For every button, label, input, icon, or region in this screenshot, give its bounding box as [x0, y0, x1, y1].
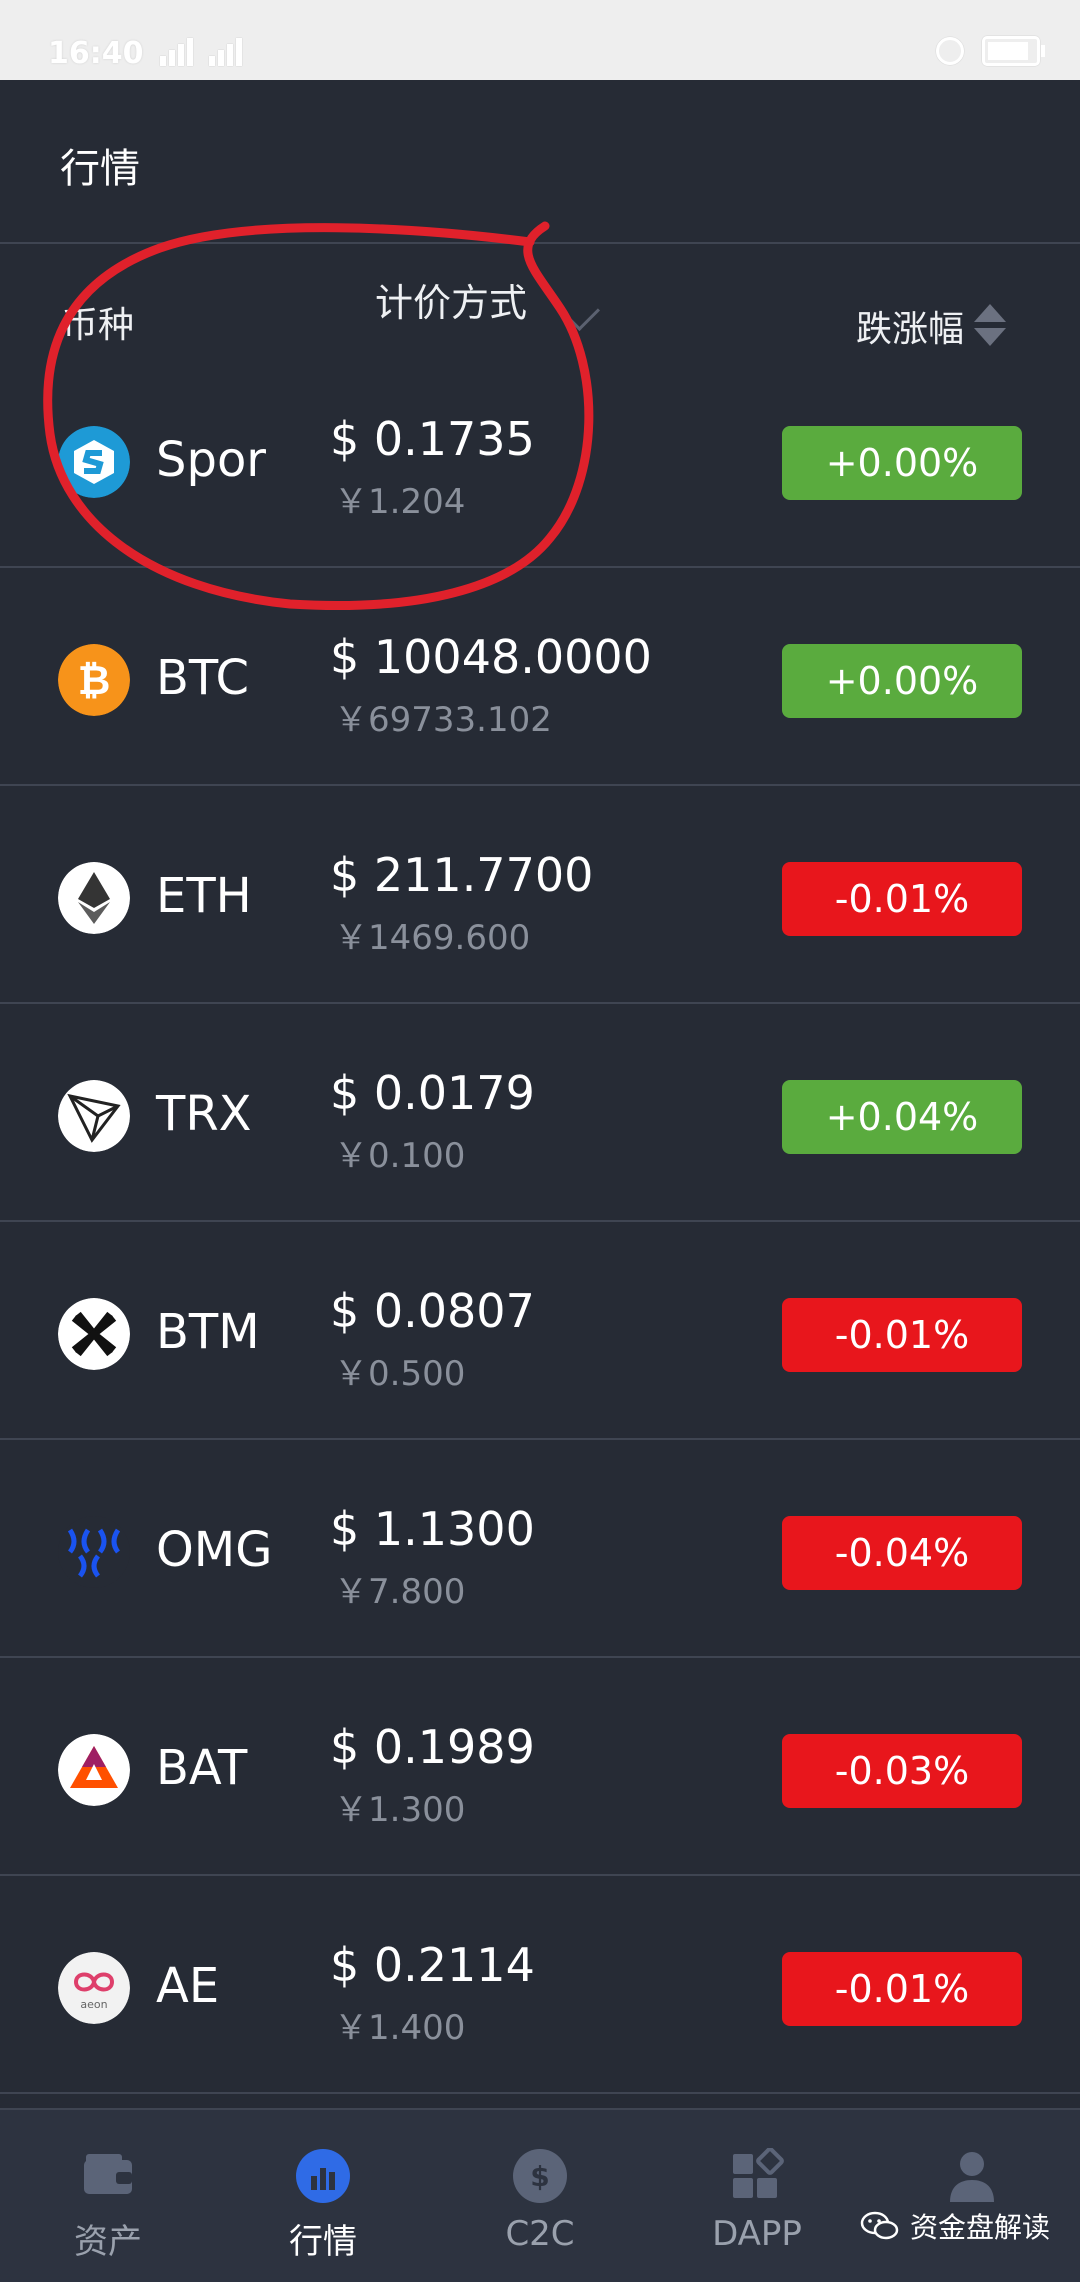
bat-icon: [58, 1734, 130, 1806]
bytom-icon: [58, 1298, 130, 1370]
coin-symbol: ETH: [156, 868, 252, 924]
app-header: 行情: [0, 80, 1080, 244]
nav-tab-dapp[interactable]: DAPP: [677, 2110, 837, 2282]
price-cny: ￥7.800: [334, 1572, 466, 1612]
price-usd: $ 0.0179: [330, 1066, 535, 1120]
status-time: 16:40: [48, 36, 144, 71]
market-row[interactable]: aeon AE $ 0.2114 ￥1.400 -0.01%: [0, 1876, 1080, 2094]
sort-icon[interactable]: [974, 304, 1006, 348]
market-row[interactable]: ₿ BTC $ 10048.0000 ￥69733.102 +0.00%: [0, 568, 1080, 786]
sort-change-button[interactable]: 跌涨幅: [856, 300, 964, 352]
market-row[interactable]: TRX $ 0.0179 ￥0.100 +0.04%: [0, 1004, 1080, 1222]
coin-symbol: TRX: [156, 1086, 252, 1142]
coin-symbol: BAT: [156, 1740, 248, 1796]
wallet-icon: [80, 2148, 136, 2204]
price-usd: $ 0.1989: [330, 1720, 535, 1774]
chevron-down-icon[interactable]: [558, 289, 601, 332]
svg-text:$: $: [530, 2160, 549, 2193]
change-badge: -0.01%: [782, 1298, 1022, 1372]
market-row[interactable]: BAT $ 0.1989 ￥1.300 -0.03%: [0, 1658, 1080, 1876]
price-usd: $ 10048.0000: [330, 630, 652, 684]
apps-grid-icon: [729, 2147, 785, 2204]
change-badge: +0.04%: [782, 1080, 1022, 1154]
change-badge: -0.04%: [782, 1516, 1022, 1590]
nav-tab-profile[interactable]: [892, 2110, 1052, 2282]
bitcoin-icon: ₿: [58, 644, 130, 716]
nav-label: C2C: [505, 2214, 575, 2254]
watermark-text: 资金盘解读: [910, 2211, 1051, 2244]
market-row[interactable]: Spor $ 0.1735 ￥1.204 +0.00%: [0, 350, 1080, 568]
page-title: 行情: [60, 146, 140, 192]
coin-symbol: OMG: [156, 1522, 273, 1578]
column-coin-label: 币种: [62, 305, 135, 346]
battery-icon: [982, 36, 1045, 66]
svg-text:₿: ₿: [78, 658, 111, 704]
signal-icon: [160, 38, 245, 66]
price-cny: ￥1.204: [334, 482, 466, 522]
watermark: 资金盘解读: [860, 2206, 1050, 2246]
user-icon: [944, 2148, 1000, 2204]
price-usd: $ 0.1735: [330, 412, 535, 466]
change-badge: -0.01%: [782, 862, 1022, 936]
svg-text:aeon: aeon: [80, 1998, 107, 2011]
coin-symbol: BTC: [156, 650, 249, 706]
nav-tab-assets[interactable]: 资产: [28, 2110, 188, 2282]
nav-tab-c2c[interactable]: $ C2C: [460, 2110, 620, 2282]
alarm-icon: [936, 37, 964, 65]
nav-label: DAPP: [712, 2214, 802, 2254]
change-badge: +0.00%: [782, 426, 1022, 500]
price-cny: ￥1.400: [334, 2008, 466, 2048]
coin-symbol: Spor: [156, 432, 267, 488]
change-badge: -0.03%: [782, 1734, 1022, 1808]
coin-symbol: BTM: [156, 1304, 260, 1360]
price-usd: $ 0.2114: [330, 1938, 535, 1992]
pricing-method-selector[interactable]: 计价方式: [375, 272, 527, 327]
bottom-navigation: 资产 行情 $ C2C DAPP: [0, 2108, 1080, 2282]
dollar-coin-icon: $: [512, 2148, 568, 2204]
nav-label: 资产: [74, 2222, 142, 2262]
price-usd: $ 211.7700: [330, 848, 594, 902]
price-cny: ￥0.100: [334, 1136, 466, 1176]
tron-icon: [58, 1080, 130, 1152]
nav-tab-market[interactable]: 行情: [243, 2110, 403, 2282]
market-row[interactable]: OMG $ 1.1300 ￥7.800 -0.04%: [0, 1440, 1080, 1658]
spor-icon: [58, 426, 130, 498]
wechat-icon: [860, 2211, 899, 2240]
change-badge: -0.01%: [782, 1952, 1022, 2026]
status-bar: 16:40: [0, 0, 1080, 80]
market-row[interactable]: BTM $ 0.0807 ￥0.500 -0.01%: [0, 1222, 1080, 1440]
market-chart-icon: [295, 2148, 351, 2204]
omisego-icon: [58, 1516, 130, 1588]
price-cny: ￥0.500: [334, 1354, 466, 1394]
coin-symbol: AE: [156, 1958, 220, 2014]
price-usd: $ 0.0807: [330, 1284, 535, 1338]
ethereum-icon: [58, 862, 130, 934]
market-row[interactable]: ETH $ 211.7700 ￥1469.600 -0.01%: [0, 786, 1080, 1004]
nav-label: 行情: [289, 2222, 357, 2262]
change-badge: +0.00%: [782, 644, 1022, 718]
price-cny: ￥1469.600: [334, 918, 531, 958]
aeternity-icon: aeon: [58, 1952, 130, 2024]
price-cny: ￥1.300: [334, 1790, 466, 1830]
price-usd: $ 1.1300: [330, 1502, 535, 1556]
price-cny: ￥69733.102: [334, 700, 552, 740]
